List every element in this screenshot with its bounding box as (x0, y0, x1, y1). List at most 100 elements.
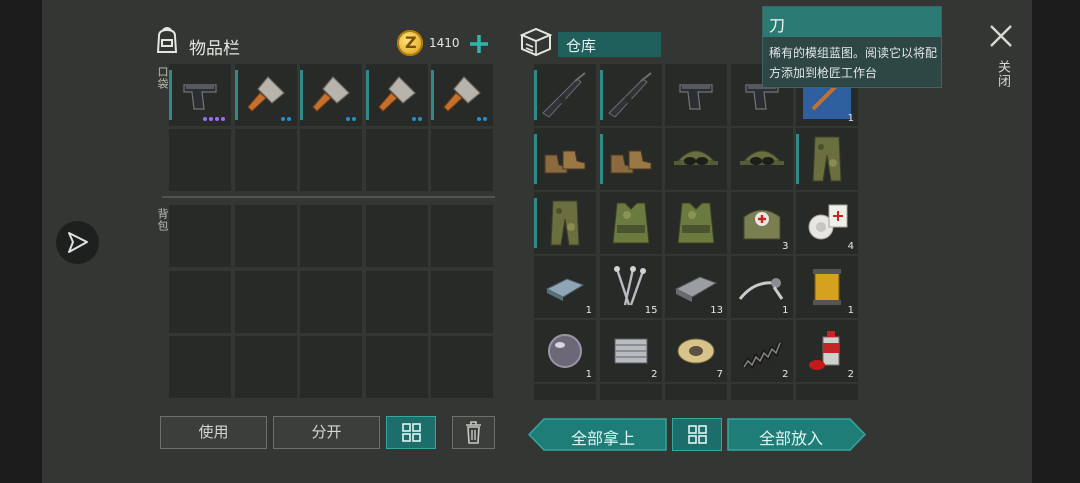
item-count: 2 (847, 369, 854, 380)
storage-slot[interactable]: 15 (599, 256, 662, 318)
backpack-slot[interactable] (300, 205, 362, 267)
pocket-slot[interactable] (431, 64, 493, 126)
storage-slot[interactable] (599, 128, 662, 190)
backpack-slot[interactable] (300, 270, 362, 333)
use-button[interactable]: 使用 (160, 416, 267, 449)
boots-icon (537, 131, 593, 191)
backpack-slot[interactable] (431, 336, 493, 398)
storage-slot[interactable]: 2 (730, 320, 793, 383)
storage-slot[interactable]: 3 (730, 192, 793, 254)
assault-rifle-icon (603, 67, 659, 127)
pocket-slot[interactable] (169, 64, 231, 126)
storage-slot[interactable] (665, 384, 727, 400)
storage-sort-button[interactable] (672, 418, 722, 451)
take-all-button[interactable]: 全部拿上 (528, 418, 667, 451)
add-coins-button[interactable] (468, 33, 490, 55)
backpack-slot[interactable] (169, 270, 231, 333)
storage-slot[interactable] (534, 64, 596, 126)
item-tooltip: 刀 稀有的模组蓝图。阅读它以将配方添加到枪匠工作台 (762, 6, 942, 88)
storage-slot[interactable] (599, 64, 662, 127)
pocket-slot[interactable] (234, 64, 297, 126)
backpack-slot[interactable] (365, 336, 428, 398)
storage-slot[interactable] (599, 384, 662, 400)
oil-filter-icon (799, 259, 855, 319)
rarity-dots (477, 117, 487, 121)
close-button[interactable]: 关闭 (985, 20, 1017, 100)
storage-slot[interactable] (534, 128, 596, 190)
backpack-slot[interactable] (169, 205, 231, 267)
engine-part-icon (603, 323, 659, 383)
storage-slot[interactable]: 7 (665, 320, 727, 382)
storage-slot[interactable] (796, 128, 858, 190)
right-screen-edge (1032, 0, 1080, 483)
bandage-icon (799, 195, 855, 255)
item-count: 13 (710, 305, 723, 316)
storage-slot[interactable] (730, 128, 793, 190)
close-label: 关闭 (995, 60, 1010, 88)
split-button[interactable]: 分开 (273, 416, 380, 449)
glass-lens-icon (537, 323, 593, 383)
backpack-label: 背包 (156, 208, 169, 232)
backpack-slot[interactable] (234, 270, 297, 333)
backpack-slot[interactable] (431, 205, 493, 267)
storage-slot[interactable] (665, 64, 727, 126)
storage-slot[interactable]: 13 (665, 256, 727, 318)
storage-slot[interactable]: 1 (534, 256, 596, 318)
item-count: 1 (585, 305, 592, 316)
pocket-slot[interactable] (365, 129, 428, 191)
item-count: 4 (847, 241, 854, 252)
inventory-sort-button[interactable] (386, 416, 436, 449)
pocket-divider (162, 196, 495, 198)
pocket-slot[interactable] (234, 129, 297, 191)
storage-title-box: 仓库 (558, 32, 661, 57)
storage-box-icon (519, 27, 553, 57)
storage-slot[interactable]: 2 (599, 320, 662, 383)
pocket-grid (169, 64, 495, 195)
storage-slot[interactable]: 1 (534, 320, 596, 382)
camo-vest-icon (668, 195, 724, 255)
item-count: 1 (847, 113, 854, 124)
item-count: 2 (651, 369, 658, 380)
pocket-slot[interactable] (365, 64, 428, 126)
storage-slot[interactable]: 2 (796, 320, 858, 382)
pocket-label: 口袋 (156, 66, 169, 90)
camo-vest-icon (603, 195, 659, 255)
item-count: 7 (716, 369, 723, 380)
pocket-slot[interactable] (169, 129, 231, 191)
backpack-slot[interactable] (169, 336, 231, 398)
wire-spool-icon (668, 323, 724, 383)
storage-slot[interactable] (796, 384, 858, 400)
put-all-button[interactable]: 全部放入 (727, 418, 866, 451)
navigate-button[interactable] (56, 221, 99, 264)
storage-slot[interactable]: 1 (730, 256, 793, 318)
pocket-slot[interactable] (431, 129, 493, 191)
backpack-slot[interactable] (300, 336, 362, 398)
backpack-slot[interactable] (365, 270, 428, 333)
storage-slot[interactable] (599, 192, 662, 255)
discard-button[interactable] (452, 416, 495, 449)
rarity-dots (411, 117, 422, 121)
backpack-icon (156, 27, 178, 53)
tooltip-header: 刀 (763, 7, 941, 37)
pocket-slot[interactable] (300, 129, 362, 191)
backpack-slot[interactable] (234, 336, 297, 398)
pocket-slot[interactable] (300, 64, 362, 126)
storage-slot[interactable]: 4 (796, 192, 858, 254)
storage-slot[interactable] (534, 192, 596, 254)
camo-pants-icon (799, 131, 855, 191)
storage-slot[interactable] (665, 128, 727, 190)
tooltip-description: 稀有的模组蓝图。阅读它以将配方添加到枪匠工作台 (769, 46, 938, 80)
storage-slot[interactable] (665, 192, 727, 254)
coin-icon: Z (397, 30, 423, 56)
left-screen-edge (0, 0, 42, 483)
backpack-slot[interactable] (431, 270, 493, 333)
backpack-slot[interactable] (234, 205, 297, 267)
rarity-dots (280, 117, 291, 121)
rarity-dots (346, 117, 356, 121)
backpack-slot[interactable] (365, 205, 428, 267)
storage-slot[interactable] (534, 384, 596, 400)
storage-title: 仓库 (566, 37, 597, 55)
spring-icon (734, 323, 790, 383)
storage-slot[interactable] (730, 384, 793, 400)
storage-slot[interactable]: 1 (796, 256, 858, 318)
